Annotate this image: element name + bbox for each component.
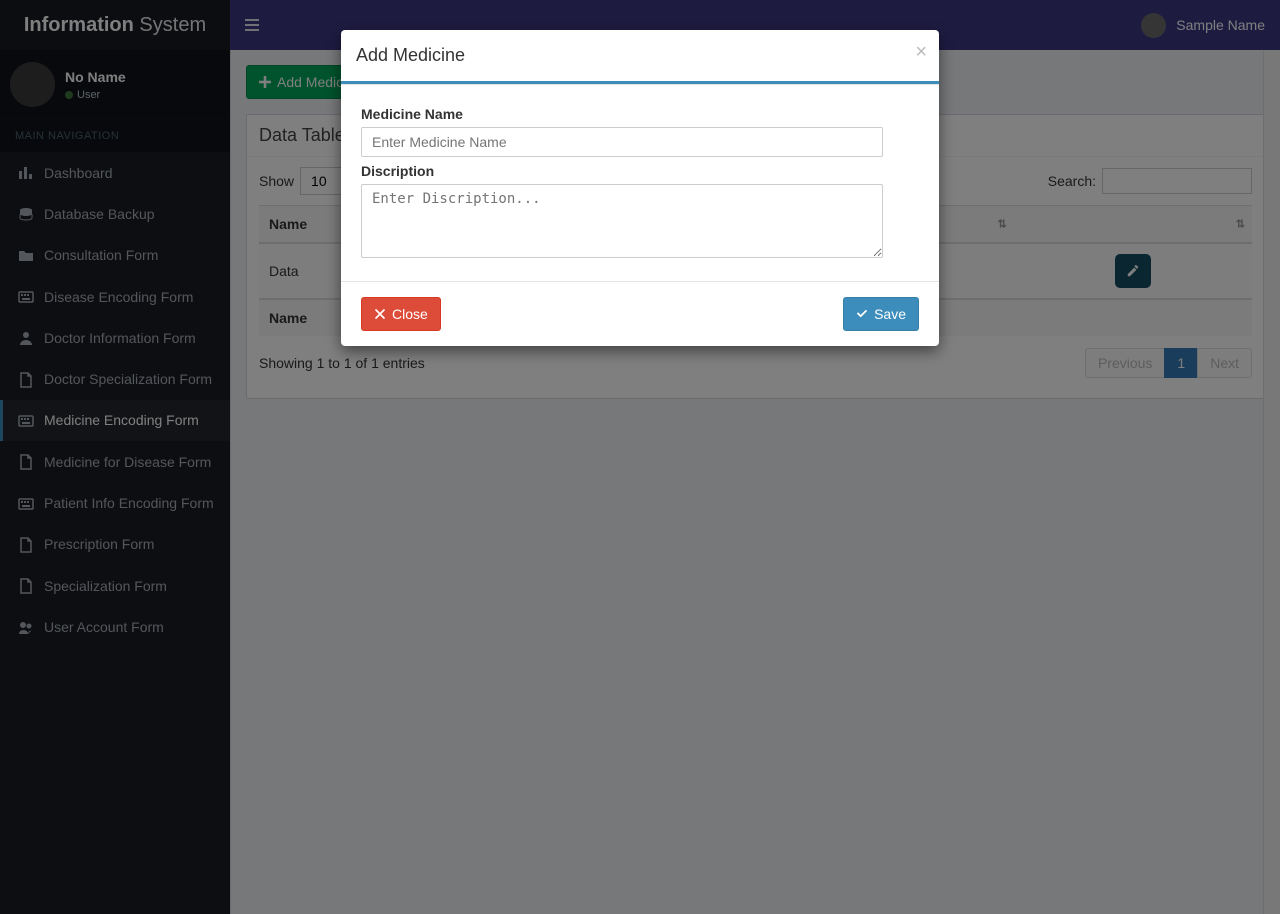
close-icon [374,308,386,320]
description-label: Discription [361,163,919,179]
add-medicine-modal: Add Medicine × Medicine Name Discription… [341,30,939,346]
modal-save-button[interactable]: Save [843,297,919,331]
description-textarea[interactable] [361,184,883,258]
close-icon: × [915,41,927,63]
check-icon [856,308,868,320]
modal-close-button[interactable]: Close [361,297,441,331]
medicine-name-input[interactable] [361,127,883,157]
medicine-name-label: Medicine Name [361,106,919,122]
modal-title: Add Medicine [356,45,924,66]
modal-close-x[interactable]: × [915,42,927,62]
